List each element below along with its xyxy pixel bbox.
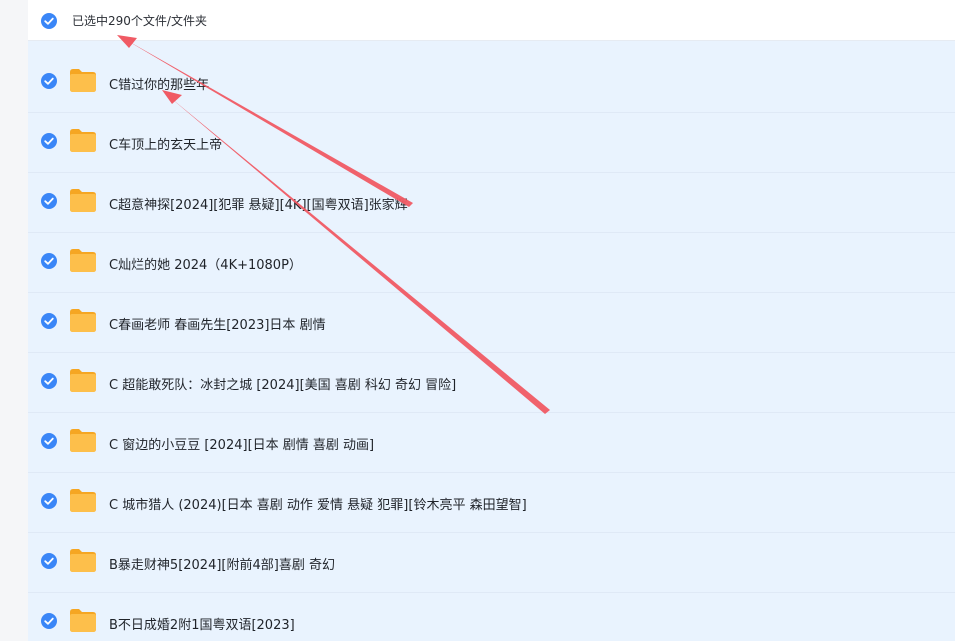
row-checkbox[interactable] — [41, 133, 57, 149]
folder-name[interactable]: B暴走财神5[2024][附前4部]喜剧 奇幻 — [109, 554, 335, 573]
folder-row[interactable]: C车顶上的玄天上帝 — [28, 113, 955, 173]
row-checkbox[interactable] — [41, 373, 57, 389]
folder-row[interactable]: B不日成婚2附1国粤双语[2023] — [28, 593, 955, 641]
folder-name[interactable]: C车顶上的玄天上帝 — [109, 134, 222, 153]
folder-name[interactable]: C 城市猎人 (2024)[日本 喜剧 动作 爱情 悬疑 犯罪][铃木亮平 森田… — [109, 494, 527, 513]
row-checkbox[interactable] — [41, 73, 57, 89]
folder-row[interactable]: C 城市猎人 (2024)[日本 喜剧 动作 爱情 悬疑 犯罪][铃木亮平 森田… — [28, 473, 955, 533]
file-manager-window: 已选中290个文件/文件夹 C错过你的那些年 C车顶上的玄天上帝 C超意神探[202… — [0, 0, 955, 641]
selection-count-text: 已选中290个文件/文件夹 — [72, 14, 207, 28]
folder-icon — [68, 367, 98, 393]
check-icon — [44, 437, 54, 445]
check-icon — [44, 377, 54, 385]
check-icon — [44, 257, 54, 265]
check-icon — [44, 497, 54, 505]
row-checkbox[interactable] — [41, 613, 57, 629]
folder-icon — [68, 187, 98, 213]
check-icon — [44, 197, 54, 205]
folder-row[interactable]: C超意神探[2024][犯罪 悬疑][4K][国粤双语]张家辉 — [28, 173, 955, 233]
folder-name[interactable]: C春画老师 春画先生[2023]日本 剧情 — [109, 314, 326, 333]
folder-icon — [68, 427, 98, 453]
left-gutter — [0, 0, 28, 641]
folder-name[interactable]: C 窗边的小豆豆 [2024][日本 剧情 喜剧 动画] — [109, 434, 374, 453]
folder-row[interactable]: C 超能敢死队：冰封之城 [2024][美国 喜剧 科幻 奇幻 冒险] — [28, 353, 955, 413]
check-icon — [44, 77, 54, 85]
row-checkbox[interactable] — [41, 313, 57, 329]
folder-icon — [68, 487, 98, 513]
folder-icon — [68, 67, 98, 93]
check-icon — [44, 317, 54, 325]
folder-row[interactable]: B暴走财神5[2024][附前4部]喜剧 奇幻 — [28, 533, 955, 593]
folder-name[interactable]: B不日成婚2附1国粤双语[2023] — [109, 614, 295, 633]
row-checkbox[interactable] — [41, 493, 57, 509]
folder-row[interactable]: C灿烂的她 2024（4K+1080P） — [28, 233, 955, 293]
check-icon — [44, 557, 54, 565]
select-all-checkbox[interactable] — [41, 13, 57, 29]
folder-name[interactable]: C错过你的那些年 — [109, 74, 209, 93]
folder-icon — [68, 607, 98, 633]
row-checkbox[interactable] — [41, 253, 57, 269]
check-icon — [44, 137, 54, 145]
row-checkbox[interactable] — [41, 193, 57, 209]
folder-row[interactable]: C 窗边的小豆豆 [2024][日本 剧情 喜剧 动画] — [28, 413, 955, 473]
folder-icon — [68, 127, 98, 153]
selection-header: 已选中290个文件/文件夹 — [28, 0, 955, 41]
row-checkbox[interactable] — [41, 553, 57, 569]
row-checkbox[interactable] — [41, 433, 57, 449]
folder-icon — [68, 547, 98, 573]
folder-icon — [68, 247, 98, 273]
file-list-panel: 已选中290个文件/文件夹 C错过你的那些年 C车顶上的玄天上帝 C超意神探[202… — [28, 0, 955, 641]
folder-row[interactable]: C错过你的那些年 — [28, 53, 955, 113]
folder-name[interactable]: C 超能敢死队：冰封之城 [2024][美国 喜剧 科幻 奇幻 冒险] — [109, 374, 456, 393]
folder-name[interactable]: C灿烂的她 2024（4K+1080P） — [109, 254, 302, 273]
folder-name[interactable]: C超意神探[2024][犯罪 悬疑][4K][国粤双语]张家辉 — [109, 194, 408, 213]
folder-icon — [68, 307, 98, 333]
check-icon — [44, 17, 54, 25]
folder-row[interactable]: C春画老师 春画先生[2023]日本 剧情 — [28, 293, 955, 353]
check-icon — [44, 617, 54, 625]
